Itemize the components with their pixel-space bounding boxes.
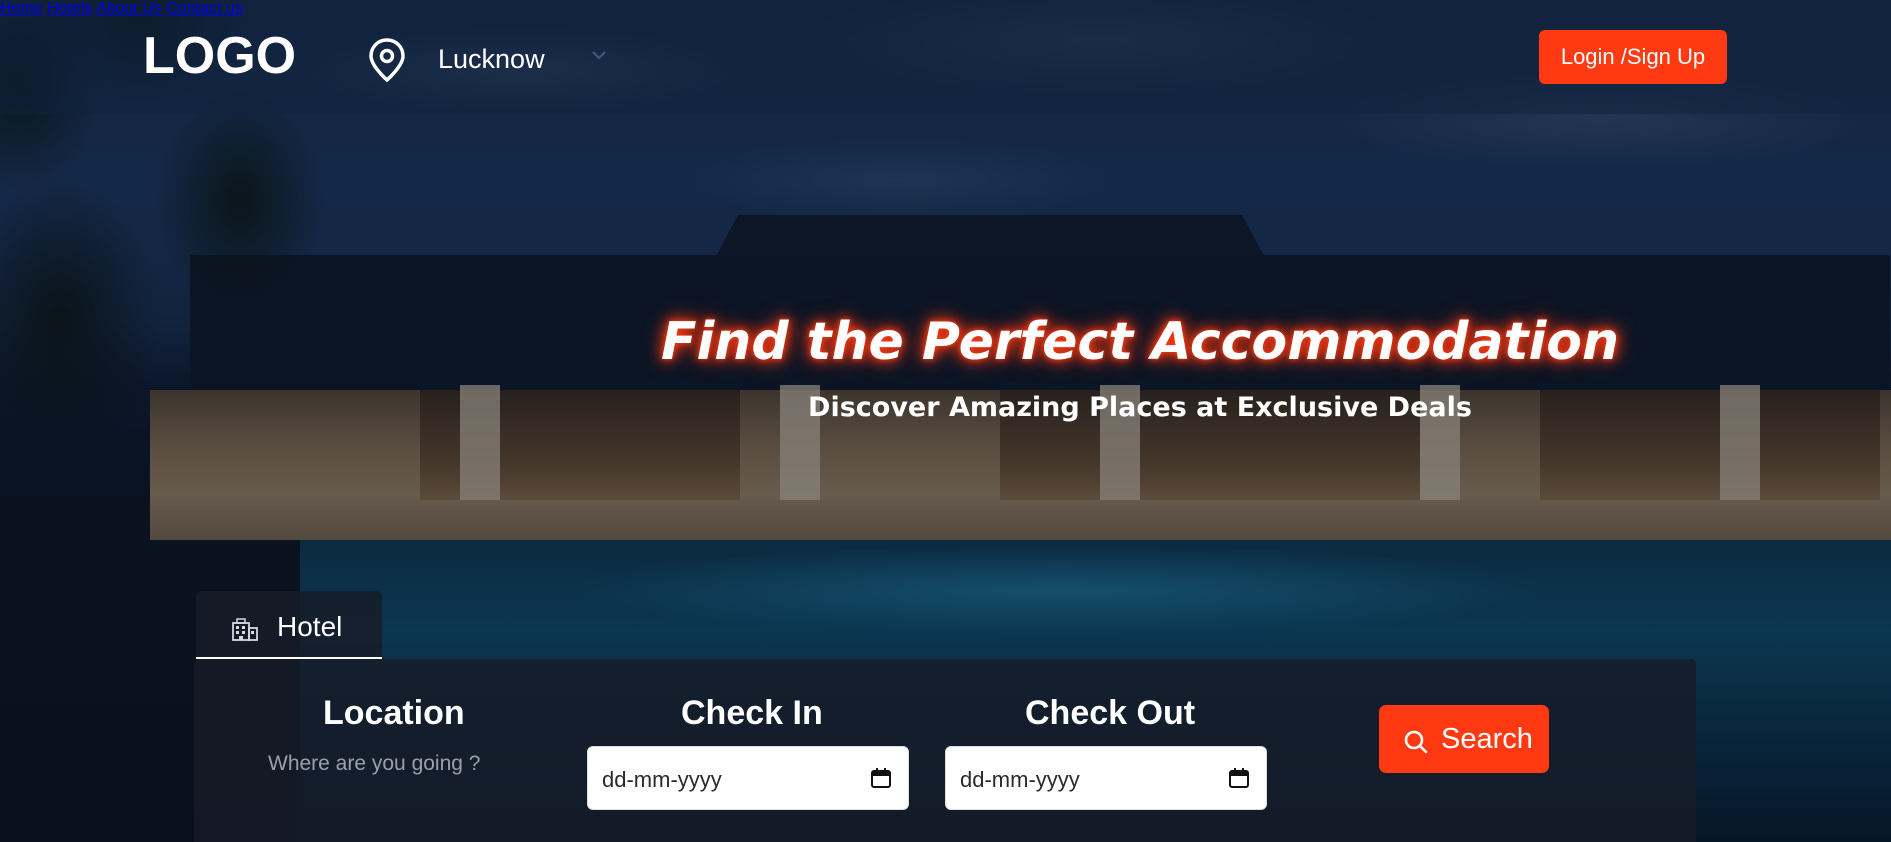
nav-about-us[interactable]: About Us	[96, 0, 162, 17]
calendar-icon[interactable]	[870, 767, 892, 789]
login-signup-button[interactable]: Login /Sign Up	[1539, 30, 1727, 84]
calendar-icon[interactable]	[1228, 767, 1250, 789]
main-nav: Home Hotels About Us Contact us	[0, 0, 1891, 18]
checkout-label: Check Out	[1025, 694, 1196, 732]
hero-title: Find the Perfect Accommodation	[660, 312, 1620, 372]
search-button[interactable]: Search	[1379, 705, 1549, 773]
checkin-date-value: dd-mm-yyyy	[602, 767, 722, 792]
top-navbar: LOGO Lucknow Home Hotels About Us Contac…	[0, 0, 1891, 114]
logo[interactable]: LOGO	[143, 26, 296, 86]
chevron-down-icon[interactable]	[590, 48, 608, 62]
checkout-date-value: dd-mm-yyyy	[960, 767, 1080, 792]
search-button-label: Search	[1441, 723, 1533, 755]
building-icon	[232, 618, 258, 641]
nav-hotels[interactable]: Hotels	[47, 0, 92, 17]
tab-hotel-label: Hotel	[277, 611, 343, 642]
nav-home[interactable]: Home	[0, 0, 43, 17]
checkout-date-input[interactable]: dd-mm-yyyy	[945, 746, 1267, 810]
tab-hotel[interactable]: Hotel	[196, 591, 382, 659]
city-selector[interactable]: Lucknow	[438, 44, 545, 75]
location-pin-icon[interactable]	[368, 38, 406, 82]
location-input[interactable]	[268, 748, 522, 780]
checkin-date-input[interactable]: dd-mm-yyyy	[587, 746, 909, 810]
checkin-label: Check In	[681, 694, 823, 732]
nav-contact-us[interactable]: Contact us	[166, 0, 242, 17]
search-icon	[1404, 730, 1428, 754]
location-label: Location	[323, 694, 465, 732]
hero-subtitle: Discover Amazing Places at Exclusive Dea…	[808, 392, 1472, 423]
